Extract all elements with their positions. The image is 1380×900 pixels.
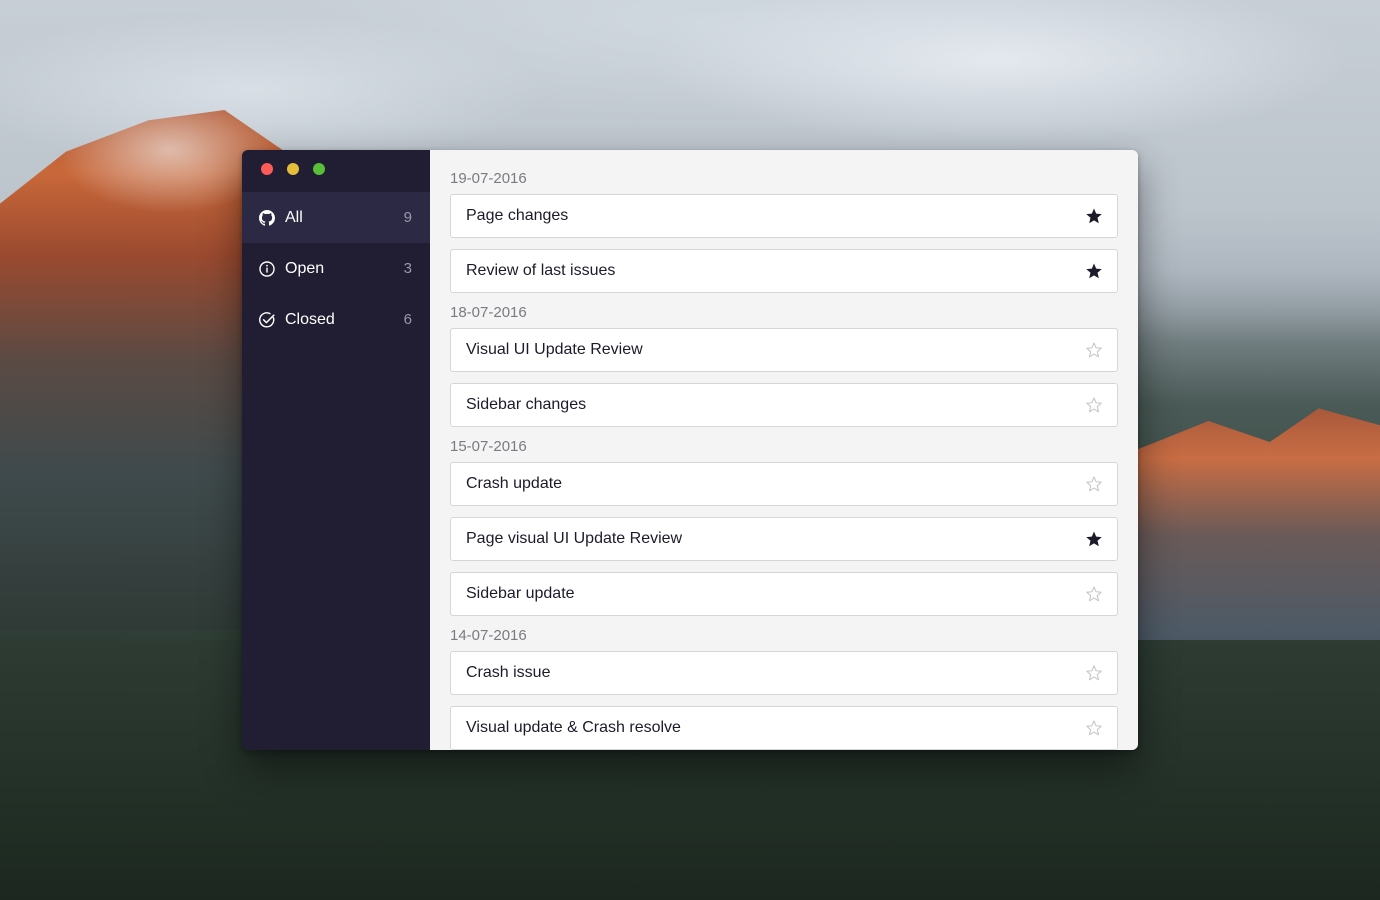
sidebar-item-open[interactable]: Open 3 bbox=[242, 243, 430, 294]
issue-list-pane[interactable]: 19-07-2016 Page changes Review of last i… bbox=[430, 150, 1138, 750]
issue-title: Visual UI Update Review bbox=[466, 341, 643, 358]
issue-group: 14-07-2016 Crash issue Visual update & C… bbox=[450, 621, 1118, 750]
group-date: 14-07-2016 bbox=[450, 627, 527, 644]
issue-row[interactable]: Review of last issues bbox=[450, 249, 1118, 293]
issue-group: 18-07-2016 Visual UI Update Review Sideb… bbox=[450, 298, 1118, 427]
sidebar-nav: All 9 Open 3 Closed 6 bbox=[242, 192, 430, 345]
issue-title: Review of last issues bbox=[466, 262, 616, 279]
sidebar-item-count: 6 bbox=[403, 311, 412, 328]
issue-row[interactable]: Crash issue bbox=[450, 651, 1118, 695]
info-circle-icon bbox=[259, 260, 275, 277]
issue-group: 19-07-2016 Page changes Review of last i… bbox=[450, 164, 1118, 293]
issue-row[interactable]: Sidebar update bbox=[450, 572, 1118, 616]
issue-title: Page changes bbox=[466, 207, 569, 224]
group-date: 19-07-2016 bbox=[450, 170, 527, 187]
github-icon bbox=[259, 209, 275, 226]
maximize-window-button[interactable] bbox=[313, 163, 325, 175]
star-filled-icon[interactable] bbox=[1085, 207, 1103, 225]
minimize-window-button[interactable] bbox=[287, 163, 299, 175]
star-outline-icon[interactable] bbox=[1085, 664, 1103, 682]
sidebar-item-label: Closed bbox=[285, 310, 335, 328]
sidebar-item-count: 9 bbox=[403, 209, 412, 226]
group-date: 15-07-2016 bbox=[450, 438, 527, 455]
issue-title: Sidebar update bbox=[466, 585, 575, 602]
star-outline-icon[interactable] bbox=[1085, 475, 1103, 493]
star-outline-icon[interactable] bbox=[1085, 719, 1103, 737]
issue-row[interactable]: Visual UI Update Review bbox=[450, 328, 1118, 372]
group-date: 18-07-2016 bbox=[450, 304, 527, 321]
star-filled-icon[interactable] bbox=[1085, 530, 1103, 548]
desktop-background: All 9 Open 3 Closed 6 19-07-2016 Page ch… bbox=[0, 0, 1380, 900]
issue-title: Page visual UI Update Review bbox=[466, 530, 683, 547]
star-outline-icon[interactable] bbox=[1085, 585, 1103, 603]
issue-title: Crash update bbox=[466, 475, 563, 492]
issue-title: Crash issue bbox=[466, 664, 551, 681]
issue-row[interactable]: Page visual UI Update Review bbox=[450, 517, 1118, 561]
star-outline-icon[interactable] bbox=[1085, 396, 1103, 414]
star-outline-icon[interactable] bbox=[1085, 341, 1103, 359]
issue-row[interactable]: Page changes bbox=[450, 194, 1118, 238]
issue-title: Sidebar changes bbox=[466, 396, 587, 413]
issue-row[interactable]: Crash update bbox=[450, 462, 1118, 506]
window-controls bbox=[242, 150, 430, 179]
issue-title: Visual update & Crash resolve bbox=[466, 719, 681, 736]
app-window: All 9 Open 3 Closed 6 19-07-2016 Page ch… bbox=[242, 150, 1138, 750]
sidebar-item-count: 3 bbox=[403, 260, 412, 277]
star-filled-icon[interactable] bbox=[1085, 262, 1103, 280]
close-window-button[interactable] bbox=[261, 163, 273, 175]
check-circle-icon bbox=[259, 311, 275, 328]
issue-group: 15-07-2016 Crash update Page visual UI U… bbox=[450, 432, 1118, 616]
sidebar-item-closed[interactable]: Closed 6 bbox=[242, 294, 430, 345]
sidebar-item-all[interactable]: All 9 bbox=[242, 192, 430, 243]
issue-row[interactable]: Sidebar changes bbox=[450, 383, 1118, 427]
sidebar-item-label: Open bbox=[285, 259, 325, 277]
issue-row[interactable]: Visual update & Crash resolve bbox=[450, 706, 1118, 750]
sidebar-item-label: All bbox=[285, 208, 303, 226]
sidebar: All 9 Open 3 Closed 6 bbox=[242, 150, 430, 750]
